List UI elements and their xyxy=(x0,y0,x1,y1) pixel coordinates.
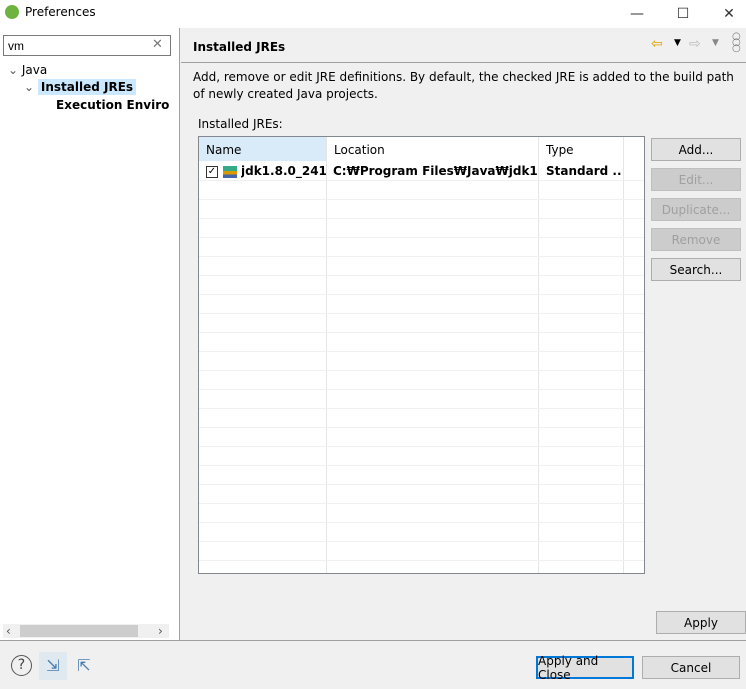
installed-jres-table: Name Location Type ✓ jdk1.8.0_241... C:₩… xyxy=(198,136,645,574)
tree-item-installed-jres[interactable]: ⌄ Installed JREs xyxy=(24,79,137,95)
row-gridline xyxy=(199,389,644,390)
page-description: Add, remove or edit JRE definitions. By … xyxy=(193,70,734,101)
row-gridline xyxy=(199,237,644,238)
row-gridline xyxy=(199,446,644,447)
row-gridline xyxy=(199,370,644,371)
scroll-left-icon[interactable]: ‹ xyxy=(6,624,11,638)
add-button[interactable]: Add... xyxy=(651,138,741,161)
search-button[interactable]: Search... xyxy=(651,258,741,281)
more-menu-icon[interactable]: ○ ○ ○ xyxy=(732,32,741,54)
jre-checkbox[interactable]: ✓ xyxy=(206,166,218,178)
divider xyxy=(0,640,746,641)
row-gridline xyxy=(199,351,644,352)
scroll-right-icon[interactable]: › xyxy=(158,624,163,638)
row-gridline xyxy=(199,256,644,257)
table-row[interactable]: ✓ jdk1.8.0_241... C:₩Program Files₩Java₩… xyxy=(199,137,644,183)
page-title: Installed JREs xyxy=(193,40,286,54)
jre-library-icon xyxy=(223,166,237,178)
tree-label: Installed JREs xyxy=(37,79,137,95)
forward-menu-chevron-icon[interactable]: ▼ xyxy=(712,38,719,48)
clear-filter-icon[interactable]: ✕ xyxy=(152,37,163,52)
forward-arrow-icon[interactable]: ⇨ xyxy=(689,36,701,52)
row-gridline xyxy=(199,522,644,523)
apply-and-close-button[interactable]: Apply and Close xyxy=(536,654,634,682)
row-gridline xyxy=(199,427,644,428)
row-gridline xyxy=(199,218,644,219)
title-bar: Preferences — ☐ ✕ xyxy=(0,0,746,28)
tree-item-execution-environments[interactable]: Execution Environments xyxy=(56,98,170,112)
jre-name: jdk1.8.0_241... xyxy=(241,164,326,178)
row-gridline xyxy=(199,313,644,314)
row-gridline xyxy=(199,560,644,561)
minimize-button[interactable]: — xyxy=(614,0,660,28)
row-gridline xyxy=(199,199,644,200)
export-icon[interactable]: ⇱ xyxy=(70,652,98,680)
row-gridline xyxy=(199,332,644,333)
edit-button[interactable]: Edit... xyxy=(651,168,741,191)
row-gridline xyxy=(199,408,644,409)
row-gridline xyxy=(199,484,644,485)
filter-input[interactable] xyxy=(3,35,171,56)
tree-label: Java xyxy=(21,63,48,77)
horizontal-scrollbar[interactable]: ‹ › xyxy=(3,624,169,638)
window-title: Preferences xyxy=(25,5,96,19)
tree-item-java[interactable]: ⌄ Java xyxy=(8,63,47,77)
jre-type: Standard ... xyxy=(546,164,622,178)
apply-button[interactable]: Apply xyxy=(656,611,746,634)
remove-button[interactable]: Remove xyxy=(651,228,741,251)
row-gridline xyxy=(199,275,644,276)
jre-location: C:₩Program Files₩Java₩jdk1.8.0... xyxy=(333,164,538,178)
row-gridline xyxy=(199,465,644,466)
row-gridline xyxy=(199,294,644,295)
row-gridline xyxy=(199,503,644,504)
back-menu-chevron-icon[interactable]: ▼ xyxy=(674,38,681,48)
scrollbar-thumb[interactable] xyxy=(20,625,138,637)
back-arrow-icon[interactable]: ⇦ xyxy=(651,36,663,52)
row-gridline xyxy=(199,541,644,542)
chevron-down-icon: ⌄ xyxy=(24,80,35,94)
chevron-down-icon: ⌄ xyxy=(8,63,19,77)
cancel-button[interactable]: Cancel xyxy=(642,656,740,679)
close-button[interactable]: ✕ xyxy=(706,0,746,28)
duplicate-button[interactable]: Duplicate... xyxy=(651,198,741,221)
help-icon[interactable]: ? xyxy=(11,655,32,676)
divider xyxy=(181,62,746,63)
import-icon[interactable]: ⇲ xyxy=(39,652,67,680)
sidebar: ✕ ⌄ Java ⌄ Installed JREs Execution Envi… xyxy=(0,28,180,640)
app-logo-icon xyxy=(5,5,19,19)
maximize-button[interactable]: ☐ xyxy=(660,0,706,28)
preference-page: Installed JREs ⇦ ▼ ⇨ ▼ ○ ○ ○ Add, remove o… xyxy=(181,28,746,640)
table-label: Installed JREs: xyxy=(198,117,283,131)
